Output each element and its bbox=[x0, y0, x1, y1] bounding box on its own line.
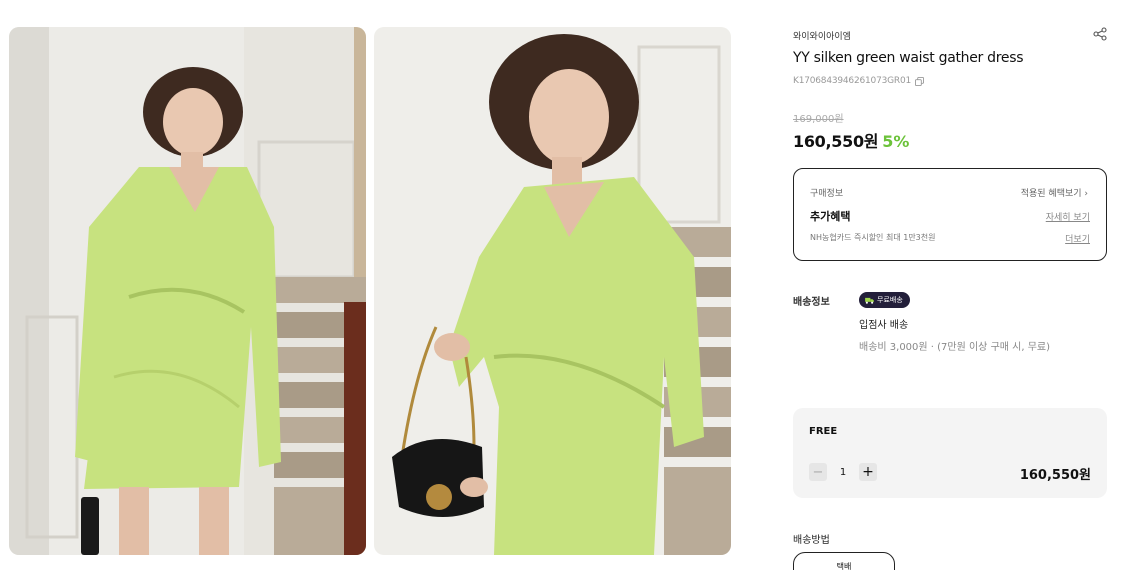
brand-name[interactable]: 와이와이아이엠 bbox=[793, 29, 851, 42]
product-code-row: K1706843946261073GR01 bbox=[793, 76, 924, 86]
product-gallery bbox=[0, 0, 740, 570]
plus-icon[interactable]: + bbox=[859, 463, 877, 481]
price-row: 160,550원 5% bbox=[793, 128, 909, 152]
share-icon[interactable] bbox=[1093, 27, 1107, 41]
benefit-box: 구매정보 적용된 혜택보기 › 추가혜택 자세히 보기 NH농협카드 즉시할인 … bbox=[793, 168, 1107, 261]
discount-rate: 5% bbox=[882, 132, 910, 151]
purchase-info-label: 구매정보 bbox=[810, 189, 844, 199]
delivery-method-label: 배송방법 bbox=[793, 535, 830, 546]
original-price: 169,000원 bbox=[793, 114, 844, 125]
minus-icon[interactable]: − bbox=[809, 463, 827, 481]
option-price: 160,550원 bbox=[1019, 468, 1091, 483]
delivery-method-button[interactable]: 택배 bbox=[793, 552, 895, 570]
shipping-vendor: 입점사 배송 bbox=[859, 320, 909, 331]
truck-icon bbox=[865, 297, 874, 304]
product-info-panel: 와이와이아이엠 YY silken green waist gather dre… bbox=[793, 0, 1107, 570]
benefit-more-link[interactable]: 더보기 bbox=[1065, 232, 1090, 245]
copy-icon[interactable] bbox=[915, 76, 924, 86]
product-photo-front bbox=[9, 27, 366, 555]
benefit-detail-link[interactable]: 자세히 보기 bbox=[1046, 210, 1090, 223]
product-photo-side bbox=[374, 27, 731, 555]
product-code: K1706843946261073GR01 bbox=[793, 76, 911, 86]
selected-option-box: FREE − 1 + 160,550원 bbox=[793, 408, 1107, 498]
product-image-side[interactable] bbox=[374, 27, 731, 555]
product-title: YY silken green waist gather dress bbox=[793, 50, 1024, 66]
shipping-fee: 배송비 3,000원 · (7만원 이상 구매 시, 무료) bbox=[859, 342, 1051, 353]
shipping-info-label: 배송정보 bbox=[793, 297, 830, 308]
card-discount-text: NH농협카드 즉시할인 최대 1만3천원 bbox=[810, 233, 936, 242]
option-name: FREE bbox=[809, 426, 838, 437]
quantity-stepper: − 1 + bbox=[809, 463, 877, 481]
free-shipping-badge: 무료배송 bbox=[859, 292, 910, 308]
product-image-front[interactable] bbox=[9, 27, 366, 555]
applied-benefits-link[interactable]: 적용된 혜택보기 › bbox=[1021, 186, 1088, 199]
extra-benefit-title: 추가혜택 bbox=[810, 210, 851, 223]
sale-price: 160,550원 bbox=[793, 132, 879, 151]
free-shipping-text: 무료배송 bbox=[877, 296, 903, 304]
quantity-value: 1 bbox=[839, 466, 847, 478]
